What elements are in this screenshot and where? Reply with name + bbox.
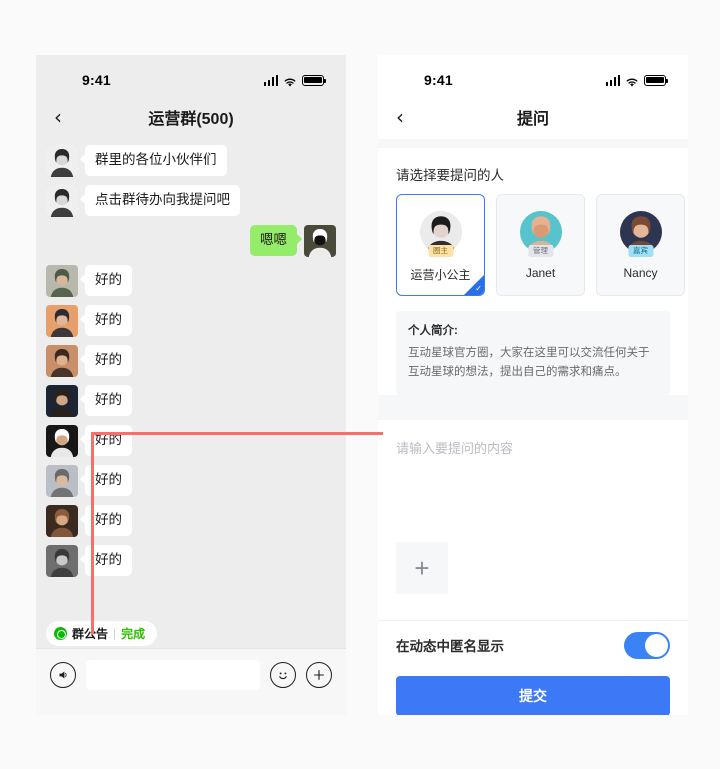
left-nav-bar: ‹ 运营群(500)	[36, 95, 346, 139]
avatar-man-white-tee[interactable]	[46, 425, 78, 457]
message-bubble[interactable]: 点击群待办向我提问吧	[80, 185, 240, 216]
question-compose-section: 请输入要提问的内容 +	[378, 419, 688, 620]
avatar-man-sunglasses[interactable]	[46, 505, 78, 537]
chat-message: 好的	[46, 345, 336, 377]
chat-message: 好的	[46, 465, 336, 497]
right-status-bar: 9:41	[378, 55, 688, 95]
avatar-man-beard[interactable]	[46, 385, 78, 417]
back-button[interactable]: ‹	[396, 107, 418, 127]
battery-full-icon	[302, 74, 327, 86]
avatar-man-bald[interactable]	[46, 265, 78, 297]
submit-button[interactable]: 提交	[396, 675, 670, 715]
left-status-bar: 9:41	[36, 55, 346, 95]
callout-connector-line-vertical	[91, 432, 94, 634]
page-title: 运营群(500)	[148, 111, 234, 128]
chat-message: 点击群待办向我提问吧	[46, 185, 336, 217]
person-card-list[interactable]: 圈主运营小公主 ✓ 管理 Janet 嘉宾 Nancy	[378, 194, 688, 296]
chat-message: 好的	[46, 265, 336, 297]
wifi-icon	[283, 75, 297, 87]
chat-message: 好的	[46, 385, 336, 417]
add-image-button[interactable]: +	[396, 541, 448, 594]
back-button[interactable]: ‹	[54, 107, 76, 127]
person-card-运营小公主[interactable]: 圈主运营小公主 ✓	[396, 194, 485, 296]
callout-connector-line-horizontal	[91, 432, 383, 435]
person-picker-title: 请选择要提问的人	[396, 168, 504, 183]
announcement-separator: |	[113, 626, 117, 640]
cellular-bars-icon	[605, 74, 620, 86]
message-bubble[interactable]: 群里的各位小伙伴们	[80, 145, 227, 176]
person-card-Janet[interactable]: 管理 Janet	[496, 194, 585, 296]
plus-circle-icon[interactable]	[306, 661, 332, 688]
group-announcement-icon	[54, 626, 67, 640]
bio-text: 互动星球官方圈，大家在这里可以交流任何关于互动星球的想法，提出自己的需求和痛点。	[408, 347, 650, 378]
announcement-complete-action[interactable]: 完成	[121, 625, 145, 642]
left-phone-chat-screen: 9:41 ‹ 运营群(500) 群里的各位小伙伴们 点击群待办向我提问吧 嗯嗯 好的好…	[36, 55, 346, 715]
person-picker-section: 请选择要提问的人 圈主运营小公主 ✓ 管理 Janet 嘉宾 Nancy 个人简介: 互动…	[378, 148, 688, 395]
check-glyph: ✓	[475, 284, 482, 293]
avatar-woman-longhair[interactable]	[46, 185, 78, 217]
person-bio-box: 个人简介: 互动星球官方圈，大家在这里可以交流任何关于互动星球的想法，提出自己的…	[396, 311, 670, 395]
chat-message-list[interactable]: 群里的各位小伙伴们 点击群待办向我提问吧 嗯嗯 好的 好的 好的 好的 好的 好的 好的 好的	[36, 139, 346, 618]
chat-message: 好的	[46, 505, 336, 537]
person-card-Nancy[interactable]: 嘉宾 Nancy	[596, 194, 685, 296]
chat-message: 群里的各位小伙伴们	[46, 145, 336, 177]
status-time: 9:41	[424, 72, 453, 88]
toggle-knob	[645, 633, 668, 657]
left-home-indicator-area	[36, 700, 346, 715]
smiley-icon[interactable]	[270, 661, 296, 688]
message-bubble[interactable]: 嗯嗯	[250, 225, 302, 256]
chat-message: 嗯嗯	[46, 225, 336, 257]
wifi-icon	[625, 75, 639, 87]
chat-input-bar	[36, 648, 346, 700]
cellular-bars-icon	[263, 74, 278, 86]
avatar-woman-longhair[interactable]	[46, 145, 78, 177]
avatar-woman-sunset[interactable]	[46, 305, 78, 337]
screenshot-stage: 9:41 ‹ 运营群(500) 群里的各位小伙伴们 点击群待办向我提问吧 嗯嗯 好的好…	[0, 0, 720, 769]
chat-message: 好的	[46, 305, 336, 337]
role-badge: 嘉宾	[628, 244, 653, 257]
home-indicator	[131, 714, 251, 715]
person-name: Nancy	[623, 266, 658, 280]
question-textarea[interactable]: 请输入要提问的内容	[396, 438, 670, 457]
voice-speaker-icon[interactable]	[50, 661, 76, 688]
group-announcement-chip[interactable]: 群公告 | 完成	[46, 620, 158, 646]
avatar-woman-fence[interactable]	[46, 465, 78, 497]
person-name: Janet	[525, 266, 556, 280]
group-announcement-bar: 群公告 | 完成	[36, 618, 346, 648]
status-icons	[605, 74, 669, 87]
message-bubble[interactable]: 好的	[80, 265, 132, 296]
status-icons	[263, 74, 327, 87]
message-bubble[interactable]: 好的	[80, 305, 132, 336]
ask-form-body: 请选择要提问的人 圈主运营小公主 ✓ 管理 Janet 嘉宾 Nancy 个人简介: 互动…	[378, 139, 688, 715]
anonymous-row: 在动态中匿名显示	[378, 619, 688, 670]
page-title: 提问	[516, 111, 549, 128]
message-bubble[interactable]: 好的	[80, 385, 132, 416]
announcement-label: 群公告	[72, 626, 109, 641]
anonymous-toggle[interactable]	[624, 631, 670, 659]
avatar-panda[interactable]	[304, 225, 336, 257]
role-badge: 圈主	[428, 244, 453, 257]
submit-section: 提交	[378, 669, 688, 715]
avatar-woman-bw[interactable]	[46, 545, 78, 577]
message-bubble[interactable]: 好的	[80, 345, 132, 376]
anonymous-label: 在动态中匿名显示	[396, 639, 504, 655]
person-name: 运营小公主	[410, 268, 471, 282]
message-input[interactable]	[86, 659, 260, 690]
bio-title: 个人简介:	[408, 325, 458, 337]
chat-message: 好的	[46, 425, 336, 457]
section-divider	[378, 139, 688, 148]
right-phone-ask-screen: 9:41 ‹ 提问 请选择要提问的人 圈主运营小公主 ✓ 管理 Janet 嘉宾 Nanc…	[378, 55, 688, 715]
section-divider	[378, 410, 688, 420]
plus-icon: +	[414, 552, 430, 583]
right-nav-bar: ‹ 提问	[378, 95, 688, 139]
avatar-woman-curly[interactable]	[46, 345, 78, 377]
status-time: 9:41	[82, 72, 111, 88]
chat-message: 好的	[46, 545, 336, 577]
battery-full-icon	[644, 74, 669, 86]
role-badge: 管理	[528, 244, 553, 257]
